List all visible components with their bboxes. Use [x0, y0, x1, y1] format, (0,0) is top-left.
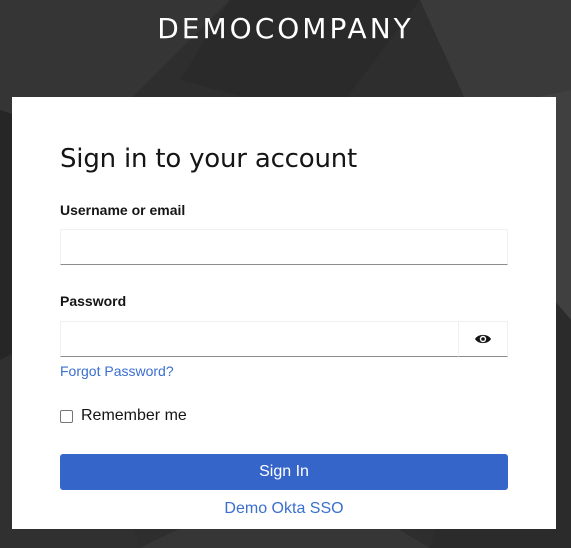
page-title: Sign in to your account — [60, 144, 358, 174]
password-input[interactable] — [60, 321, 460, 357]
sign-in-button[interactable]: Sign In — [60, 454, 508, 490]
okta-sso-link[interactable]: Demo Okta SSO — [60, 500, 508, 518]
remember-me-label[interactable]: Remember me — [81, 407, 187, 425]
show-password-button[interactable] — [458, 321, 508, 357]
forgot-password-link[interactable]: Forgot Password? — [60, 363, 174, 379]
company-logo-text: DEMOCOMPANY — [157, 12, 414, 45]
remember-me-checkbox[interactable] — [60, 409, 73, 423]
password-label: Password — [60, 293, 127, 309]
username-input[interactable] — [60, 229, 508, 265]
login-card: Sign in to your account Username or emai… — [12, 97, 556, 529]
remember-me-row: Remember me — [60, 407, 187, 425]
username-label: Username or email — [60, 202, 186, 218]
eye-icon — [475, 334, 491, 344]
